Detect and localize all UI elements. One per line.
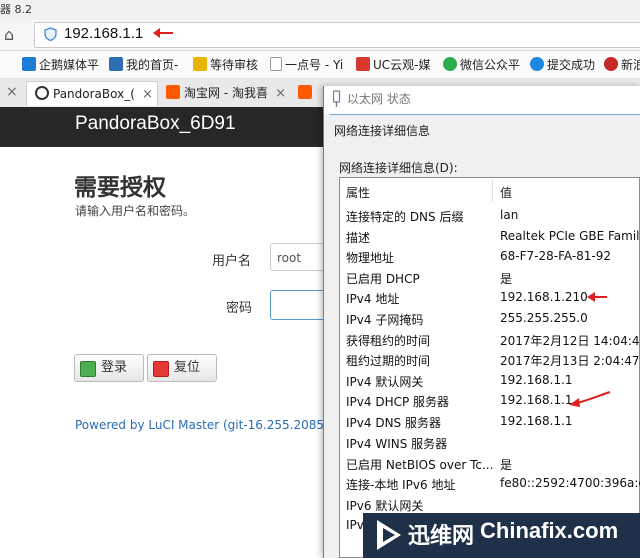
row-value[interactable]: Realtek PCIe GBE Family — [500, 229, 640, 243]
reset-icon — [153, 361, 169, 377]
column-header-value[interactable]: 值 — [500, 184, 512, 201]
row-property[interactable]: 租约过期的时间 — [346, 352, 430, 369]
column-header-property[interactable]: 属性 — [346, 184, 370, 201]
row-value[interactable]: 192.168.1.210 — [500, 290, 588, 304]
details-list-label: 网络连接详细信息(D): — [339, 161, 458, 175]
bookmark-item[interactable]: 微信公众平 — [443, 55, 520, 75]
row-value[interactable]: lan — [500, 208, 518, 222]
brand-title[interactable]: PandoraBox_6D91 — [75, 113, 236, 135]
bookmark-item[interactable]: UC云观-媒 — [356, 55, 431, 75]
row-property[interactable]: IPv4 子网掩码 — [346, 311, 423, 328]
ethernet-icon — [332, 90, 341, 107]
close-icon[interactable]: × — [142, 82, 153, 106]
bookmark-icon — [604, 57, 618, 71]
bookmark-item[interactable]: 等待审核 — [193, 55, 258, 75]
row-property[interactable]: 描述 — [346, 229, 370, 246]
row-property[interactable]: 连接特定的 DNS 后缀 — [346, 208, 463, 225]
annotation-arrow — [569, 391, 611, 407]
login-button[interactable]: 登录 — [74, 354, 144, 382]
row-property[interactable]: IPv4 WINS 服务器 — [346, 435, 447, 452]
row-value[interactable]: 255.255.255.0 — [500, 311, 588, 325]
row-property[interactable]: IPv4 DNS 服务器 — [346, 414, 441, 431]
password-label: 密码 — [226, 301, 253, 316]
row-property[interactable]: IPv4 DHCP 服务器 — [346, 393, 449, 410]
username-input[interactable]: root — [270, 243, 328, 271]
bookmark-icon — [193, 57, 207, 71]
username-label: 用户名 — [212, 254, 252, 269]
watermark-text-cn: 迅维网 — [408, 524, 475, 549]
taobao-icon — [166, 85, 180, 99]
row-value[interactable]: 是 — [500, 270, 512, 287]
watermark-logo-icon — [377, 520, 401, 550]
row-property[interactable]: IPv6 默认网关 — [346, 497, 423, 514]
browser-tab-icon — [35, 86, 49, 100]
row-property[interactable]: 获得租约的时间 — [346, 332, 430, 349]
home-icon[interactable]: ⌂ — [4, 26, 22, 44]
row-property[interactable]: 连接-本地 IPv6 地址 — [346, 476, 455, 493]
row-value[interactable]: 2017年2月13日 2:04:47 — [500, 352, 640, 369]
close-icon[interactable]: × — [275, 81, 286, 106]
login-icon — [80, 361, 96, 377]
bookmark-icon — [356, 57, 370, 71]
row-property[interactable]: 物理地址 — [346, 249, 394, 266]
row-property[interactable]: 已启用 DHCP — [346, 270, 420, 287]
row-value[interactable]: 192.168.1.1 — [500, 393, 573, 407]
tab-third[interactable] — [292, 81, 322, 106]
bookmark-icon — [109, 57, 123, 71]
row-property[interactable]: IPv4 默认网关 — [346, 373, 423, 390]
bookmark-icon — [530, 57, 544, 71]
reset-button[interactable]: 复位 — [147, 354, 217, 382]
annotation-arrow — [153, 28, 173, 38]
bookmark-item[interactable]: 提交成功 — [530, 55, 595, 75]
bookmark-item[interactable]: 新浪 — [604, 55, 640, 75]
row-property[interactable]: IPv4 地址 — [346, 290, 399, 307]
dialog-heading: 网络连接详细信息 — [334, 124, 431, 138]
close-icon[interactable]: × — [6, 84, 18, 100]
dialog-divider — [330, 114, 640, 115]
row-property[interactable]: 已启用 NetBIOS over Tc... — [346, 456, 493, 473]
taobao-icon — [298, 85, 312, 99]
bookmark-item[interactable]: 企鹅媒体平 — [22, 55, 99, 75]
bookmark-icon — [270, 57, 282, 71]
row-value[interactable]: 是 — [500, 456, 512, 473]
bookmark-icon — [22, 57, 36, 71]
url-text[interactable]: 192.168.1.1 — [64, 24, 143, 44]
tab-taobao[interactable]: 淘宝网 - 淘我喜 × — [160, 81, 290, 106]
powered-by-link[interactable]: Powered by LuCI Master (git-16.255.20859 — [75, 418, 332, 432]
bookmark-icon — [443, 57, 457, 71]
window-title-bar: 器 8.2 — [0, 0, 640, 20]
shield-icon — [44, 27, 57, 41]
row-value[interactable]: 192.168.1.1 — [500, 414, 573, 428]
row-value[interactable]: 192.168.1.1 — [500, 373, 573, 387]
tab-pandorabox[interactable]: PandoraBox_(× — [26, 81, 158, 106]
page-subtitle: 请输入用户名和密码。 — [75, 204, 196, 218]
bookmark-item[interactable]: 一点号 - Yi — [270, 55, 343, 75]
password-input[interactable] — [270, 290, 328, 320]
column-separator[interactable] — [492, 180, 493, 202]
dialog-title: 以太网 状态 — [347, 92, 411, 106]
watermark-text-en: Chinafix.com — [480, 518, 619, 543]
annotation-arrow — [587, 292, 607, 302]
row-value[interactable]: 2017年2月12日 14:04:48 — [500, 332, 640, 349]
page-title: 需要授权 — [74, 175, 166, 201]
row-value[interactable]: 68-F7-28-FA-81-92 — [500, 249, 611, 263]
row-value[interactable]: fe80::2592:4700:396a:ec7 — [500, 476, 640, 490]
window-title: 器 8.2 — [0, 3, 32, 16]
bookmark-item[interactable]: 我的首页- — [109, 55, 178, 75]
